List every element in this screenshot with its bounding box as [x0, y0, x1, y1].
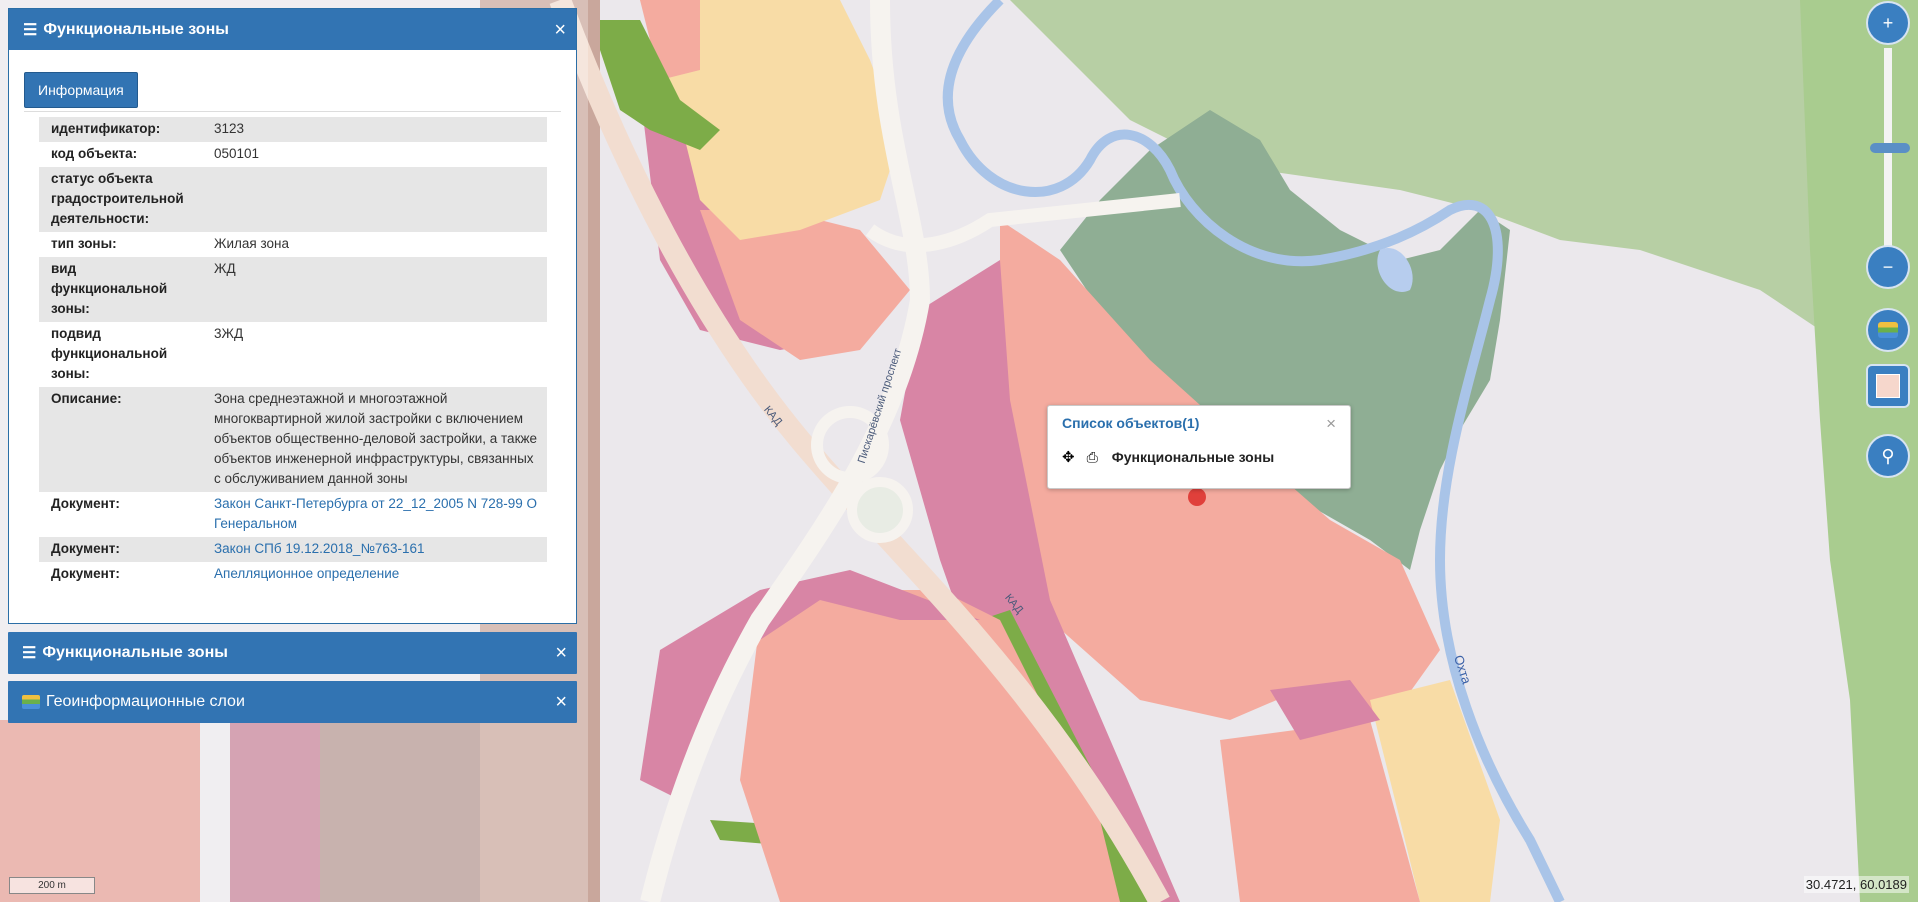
attribute-row: подвид функциональной зоны: 3ЖД [39, 322, 547, 387]
attribute-row: Документ: Закон Санкт-Петербурга от 22_12… [39, 492, 547, 537]
divider [24, 111, 561, 112]
attribute-key: подвид функциональной зоны: [51, 326, 168, 381]
info-tab-button[interactable]: Информация [24, 72, 138, 108]
coordinates-readout: 30.4721, 60.0189 [1803, 876, 1909, 893]
functional-zones-panel[interactable]: ☰ Функциональные зоны × [8, 632, 577, 674]
attribute-value [202, 167, 547, 232]
attribute-row: код объекта: 050101 [39, 142, 547, 167]
attribute-row: Документ: Апелляционное определение [39, 562, 547, 587]
attribute-value[interactable]: Закон Санкт-Петербурга от 22_12_2005 N 7… [202, 492, 547, 537]
attribute-value: ЖД [214, 261, 236, 276]
close-icon[interactable]: × [555, 691, 567, 714]
attribute-value: Жилая зона [214, 236, 289, 251]
attribute-key: идентификатор: [51, 121, 161, 136]
panel-title: Геоинформационные слои [46, 693, 245, 710]
attribute-row: вид функциональной зоны: ЖД [39, 257, 547, 322]
document-link[interactable]: Закон СПб 19.12.2018_№763-161 [214, 541, 424, 556]
document-link[interactable]: Апелляционное определение [214, 566, 399, 581]
attribute-key: Документ: [51, 496, 120, 511]
zoom-in-button[interactable]: + [1868, 3, 1908, 43]
scale-bar: 200 m [9, 877, 95, 894]
attribute-value[interactable]: Закон СПб 19.12.2018_№763-161 [202, 537, 547, 562]
popup-item-label[interactable]: Функциональные зоны [1112, 449, 1274, 465]
attribute-row: тип зоны: Жилая зона [39, 232, 547, 257]
close-icon[interactable]: × [555, 642, 567, 665]
interchange-loop-2 [847, 477, 913, 543]
map-style-button[interactable] [1868, 366, 1908, 406]
feature-info-panel: ☰ Функциональные зоны × Информация идент… [8, 8, 577, 624]
attribute-row: Описание: Зона среднеэтажной и многоэтажн… [39, 387, 547, 492]
attribute-key: статус объекта градостроительной деятель… [51, 171, 184, 226]
search-icon: ⚲ [1881, 445, 1895, 466]
close-icon[interactable]: × [554, 20, 566, 40]
map-icon [1876, 374, 1900, 398]
attribute-row: Документ: Закон СПб 19.12.2018_№763-161 [39, 537, 547, 562]
panel-title: Функциональные зоны [42, 644, 228, 661]
list-icon: ☰ [22, 645, 37, 662]
popup-item[interactable]: ✥ ⎙ Функциональные зоны [1062, 448, 1274, 467]
attribute-row: идентификатор: 3123 [39, 117, 547, 142]
attributes-table: идентификатор: 3123 код объекта: 050101 стат… [39, 117, 547, 587]
attribute-value[interactable]: Апелляционное определение [202, 562, 547, 587]
location-marker[interactable] [1188, 488, 1206, 506]
layers-button[interactable] [1868, 310, 1908, 350]
feature-info-header: ☰ Функциональные зоны × [9, 9, 576, 50]
objects-list-popup: Список объектов(1) × ✥ ⎙ Функциональные … [1047, 405, 1351, 489]
attribute-value: 050101 [214, 146, 260, 161]
attribute-key: Описание: [51, 391, 122, 406]
layers-icon [1878, 322, 1898, 338]
popup-title[interactable]: Список объектов(1) [1062, 415, 1199, 431]
print-icon[interactable]: ⎙ [1087, 449, 1098, 466]
zoom-slider-thumb[interactable] [1870, 143, 1910, 153]
search-button[interactable]: ⚲ [1868, 436, 1908, 476]
attribute-row: статус объекта градостроительной деятель… [39, 167, 547, 232]
panel-title: Функциональные зоны [43, 20, 229, 38]
move-icon[interactable]: ✥ [1062, 448, 1075, 466]
attribute-key: Документ: [51, 541, 120, 556]
layers-icon [22, 695, 40, 709]
attribute-value: Зона среднеэтажной и многоэтажной многок… [214, 391, 538, 486]
attribute-key: Документ: [51, 566, 120, 581]
attribute-key: тип зоны: [51, 236, 117, 251]
attribute-value: 3ЖД [214, 326, 244, 341]
attribute-key: вид функциональной зоны: [51, 261, 168, 316]
document-link[interactable]: Закон Санкт-Петербурга от 22_12_2005 N 7… [214, 496, 537, 531]
close-icon[interactable]: × [1326, 414, 1336, 434]
list-icon: ☰ [23, 21, 38, 39]
attribute-key: код объекта: [51, 146, 138, 161]
attribute-value: 3123 [214, 121, 245, 136]
zoom-out-button[interactable]: − [1868, 247, 1908, 287]
geo-layers-panel[interactable]: Геоинформационные слои × [8, 681, 577, 723]
